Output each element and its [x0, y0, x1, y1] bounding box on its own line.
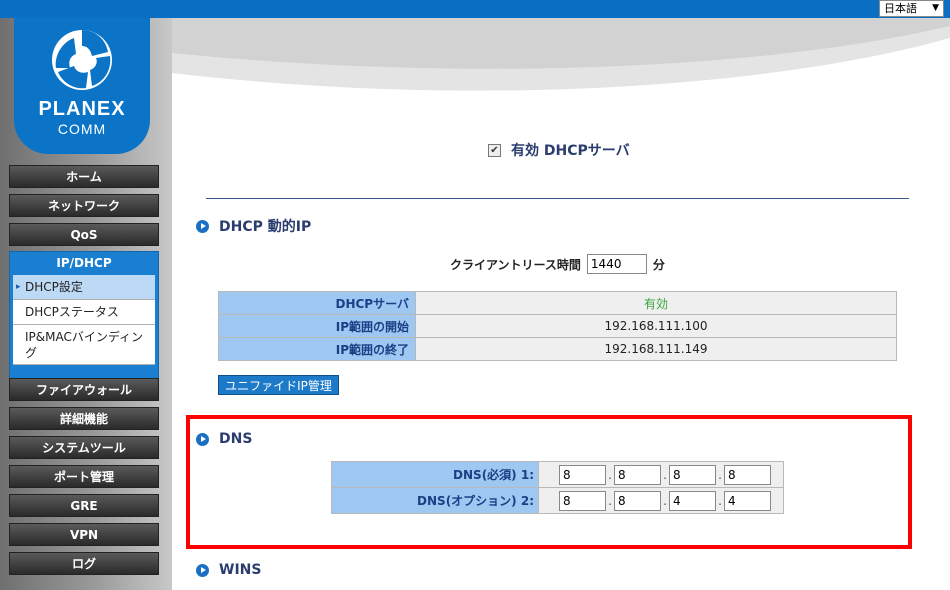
logo-brand: PLANEX: [38, 98, 126, 120]
lease-time-row: クライアントリース時間 分: [450, 254, 665, 274]
dns2-octet-4[interactable]: [724, 490, 771, 511]
enable-dhcp-checkbox[interactable]: ✔: [488, 143, 501, 157]
nav-dhcp-settings[interactable]: DHCP設定: [13, 275, 155, 300]
table-row: DNS(オプション) 2: . . .: [331, 487, 784, 514]
nav-port-management[interactable]: ポート管理: [9, 465, 159, 488]
dhcp-info-table: DHCPサーバ 有効 IP範囲の開始 192.168.111.100 IP範囲の…: [218, 291, 897, 361]
nav-system-tools[interactable]: システムツール: [9, 436, 159, 459]
divider: [206, 198, 909, 199]
planex-logo-icon: [52, 30, 112, 90]
dns-table: DNS(必須) 1: . . . DNS(オプション) 2: . . .: [331, 461, 784, 514]
dns1-octet-4[interactable]: [724, 464, 771, 485]
dns1-octet-1[interactable]: [559, 464, 606, 485]
dns2-octet-1[interactable]: [559, 490, 606, 511]
dns1-value: . . .: [538, 461, 784, 488]
lease-time-label: クライアントリース時間: [450, 257, 581, 272]
logo: PLANEX COMM: [14, 18, 150, 154]
wins-section-label: WINS: [219, 562, 262, 578]
dhcp-server-label: DHCPサーバ: [218, 291, 416, 315]
ip-range-end-label: IP範囲の終了: [218, 337, 416, 361]
nav-firewall[interactable]: ファイアウォール: [9, 378, 159, 401]
dns-section-title: DNS: [196, 431, 252, 447]
nav-network[interactable]: ネットワーク: [9, 194, 159, 217]
dns2-octet-3[interactable]: [669, 490, 716, 511]
dhcp-server-value: 有効: [415, 291, 897, 315]
language-value: 日本語: [884, 2, 917, 15]
nav-ip-mac-binding[interactable]: IP&MACバインディング: [13, 325, 155, 365]
nav-ip-dhcp[interactable]: IP/DHCP: [10, 252, 158, 275]
section-bullet-icon: [196, 219, 209, 233]
dns-section-label: DNS: [219, 431, 253, 447]
nav-home[interactable]: ホーム: [9, 165, 159, 188]
unified-ip-management-button[interactable]: ユニファイドIP管理: [218, 375, 339, 395]
nav-gre[interactable]: GRE: [9, 494, 159, 517]
wins-section-title: WINS: [196, 562, 261, 578]
dns2-octet-2[interactable]: [614, 490, 661, 511]
nav-log[interactable]: ログ: [9, 552, 159, 575]
dns2-label: DNS(オプション) 2:: [331, 487, 539, 514]
table-row: IP範囲の開始 192.168.111.100: [218, 314, 897, 338]
dhcp-section-label: DHCP 動的IP: [219, 219, 312, 235]
dns1-octet-3[interactable]: [669, 464, 716, 485]
nav-qos[interactable]: QoS: [9, 223, 159, 246]
header-swoosh: [172, 18, 950, 91]
dns1-octet-2[interactable]: [614, 464, 661, 485]
chevron-down-icon: ▼: [932, 3, 939, 13]
nav-dhcp-status[interactable]: DHCPステータス: [13, 300, 155, 325]
main-content: ✔ 有効 DHCPサーバ DHCP 動的IP クライアントリース時間 分 DHC…: [172, 18, 950, 590]
logo-sub: COMM: [57, 121, 107, 137]
enable-dhcp-label: 有効 DHCPサーバ: [511, 143, 630, 159]
dns2-value: . . .: [538, 487, 784, 514]
ip-range-start-label: IP範囲の開始: [218, 314, 416, 338]
nav-advanced[interactable]: 詳細機能: [9, 407, 159, 430]
section-bullet-icon: [196, 432, 209, 446]
section-bullet-icon: [196, 563, 209, 577]
sidebar: PLANEX COMM ホーム ネットワーク QoS IP/DHCP DHCP設…: [0, 18, 172, 590]
language-select[interactable]: 日本語 ▼: [879, 0, 944, 17]
top-bar: 日本語 ▼: [0, 0, 950, 18]
nav-ip-dhcp-group: IP/DHCP DHCP設定 DHCPステータス IP&MACバインディング: [9, 251, 159, 386]
table-row: DNS(必須) 1: . . .: [331, 461, 784, 488]
ip-range-start-value: 192.168.111.100: [415, 314, 897, 338]
lease-time-input[interactable]: [586, 254, 647, 274]
table-row: DHCPサーバ 有効: [218, 291, 897, 315]
table-row: IP範囲の終了 192.168.111.149: [218, 337, 897, 361]
dns1-label: DNS(必須) 1:: [331, 461, 539, 488]
ip-range-end-value: 192.168.111.149: [415, 337, 897, 361]
enable-dhcp-row: ✔ 有効 DHCPサーバ: [488, 140, 630, 160]
dhcp-section-title: DHCP 動的IP: [196, 216, 311, 236]
lease-time-unit: 分: [652, 257, 665, 272]
nav-vpn[interactable]: VPN: [9, 523, 159, 546]
